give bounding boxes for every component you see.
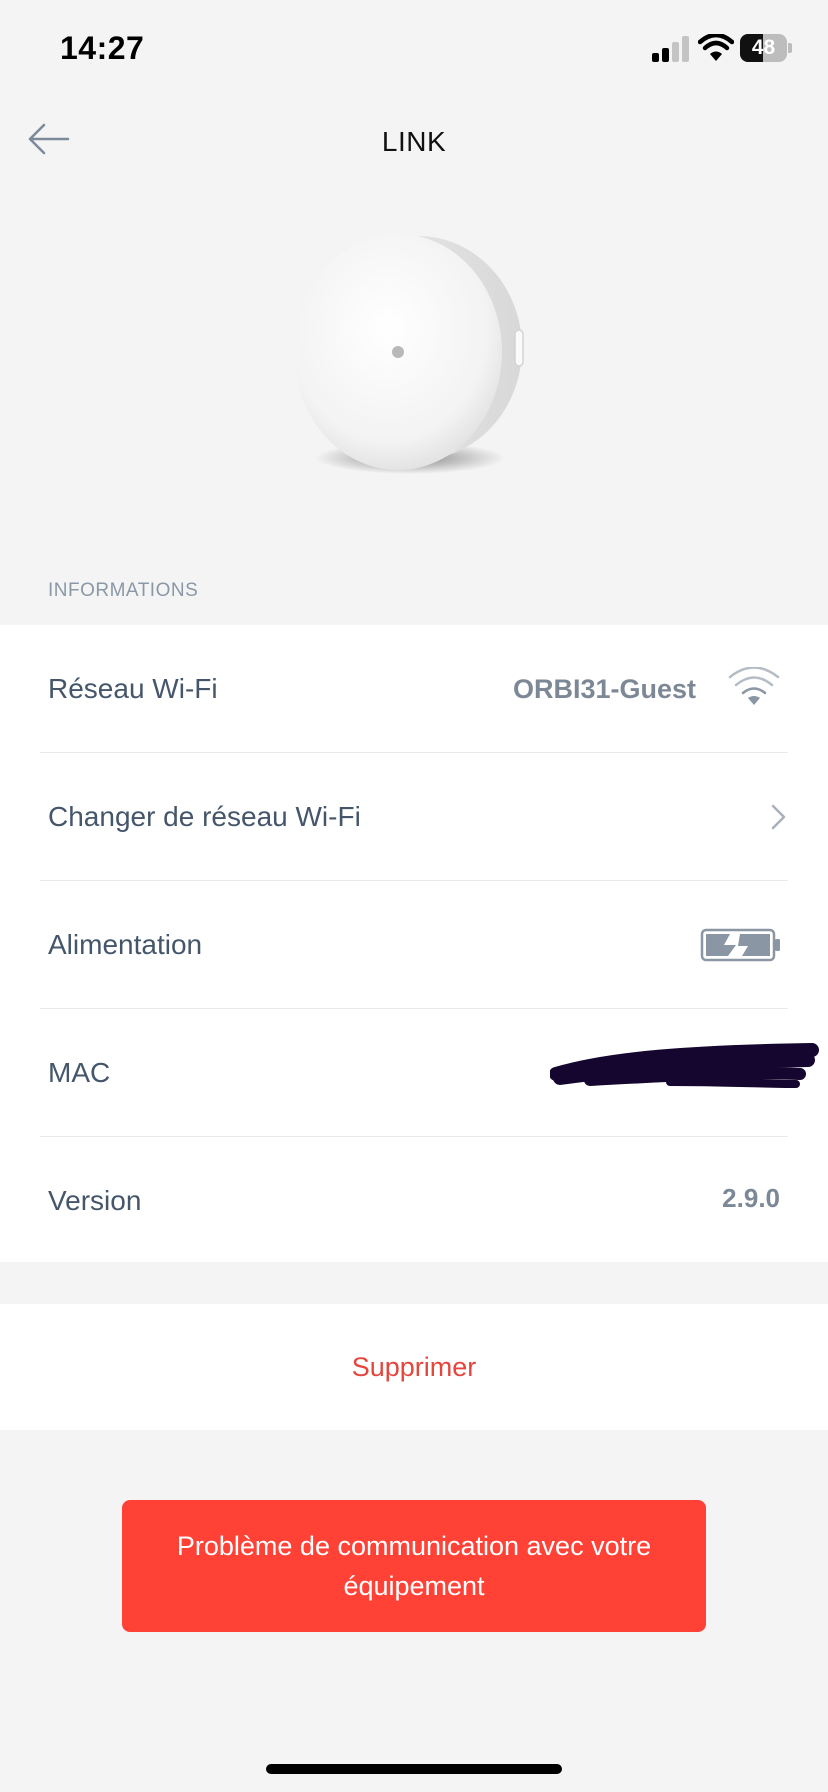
battery-nub [788, 43, 792, 53]
battery-charging-icon [700, 928, 780, 962]
error-toast-message: Problème de communication avec votre équ… [176, 1531, 652, 1601]
status-time: 14:27 [60, 30, 145, 66]
signal-icon [652, 36, 689, 62]
row-label: Alimentation [48, 929, 203, 960]
status-bar: 14:27 48 [0, 0, 828, 100]
battery-percent: 48 [751, 36, 776, 59]
wifi-strength-icon [728, 667, 780, 705]
row-label: Réseau Wi-Fi [48, 673, 218, 704]
row-label: MAC [48, 1057, 111, 1088]
home-indicator[interactable] [266, 1764, 562, 1774]
delete-button[interactable]: Supprimer [0, 1304, 828, 1430]
wifi-network-name: ORBI31-Guest [512, 674, 696, 704]
page-title: LINK [381, 126, 447, 157]
chevron-right-icon [771, 804, 786, 830]
informations-card: Réseau Wi-Fi ORBI31-Guest Changer de rés… [0, 625, 828, 1262]
row-wifi-network: Réseau Wi-Fi ORBI31-Guest [0, 625, 828, 753]
device-image [294, 234, 524, 474]
row-power: Alimentation [0, 881, 828, 1009]
delete-card: Supprimer [0, 1304, 828, 1430]
wifi-icon [698, 34, 734, 61]
row-change-wifi[interactable]: Changer de réseau Wi-Fi [0, 753, 828, 881]
section-header-informations: INFORMATIONS [48, 580, 199, 601]
battery-icon: 48 [740, 34, 792, 62]
row-version: Version 2.9.0 [0, 1137, 828, 1265]
row-label: Version [48, 1185, 142, 1216]
error-toast: Problème de communication avec votre équ… [122, 1500, 706, 1632]
mac-redaction [550, 1043, 819, 1088]
version-value: 2.9.0 [722, 1183, 780, 1213]
row-label: Changer de réseau Wi-Fi [48, 801, 361, 832]
